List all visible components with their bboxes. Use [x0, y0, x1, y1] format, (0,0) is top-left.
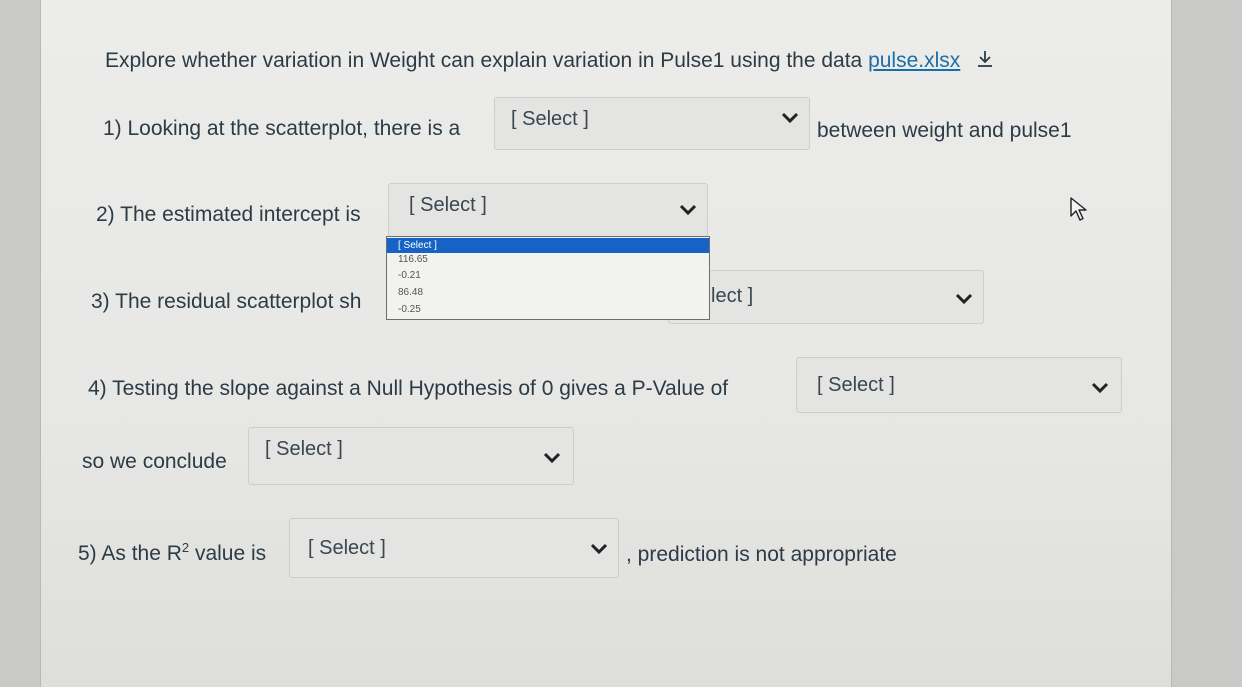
q4-select-value: [ Select ] — [817, 374, 895, 396]
q2-prompt: 2) The estimated intercept is — [96, 203, 361, 226]
chevron-down-icon — [955, 293, 973, 305]
q4-prompt: 4) Testing the slope against a Null Hypo… — [88, 377, 729, 400]
q1-suffix: between weight and pulse1 — [817, 119, 1072, 142]
chevron-down-icon — [679, 204, 697, 216]
q2-select-value: [ Select ] — [409, 194, 487, 216]
q5-prompt-end: value is — [189, 542, 267, 565]
mouse-pointer-icon — [1070, 197, 1087, 221]
q1-prompt: 1) Looking at the scatterplot, there is … — [103, 117, 461, 140]
pulse-file-link[interactable]: pulse.xlsx — [868, 49, 960, 72]
q5-prompt: 5) As the R2 value is — [78, 540, 266, 566]
intro-text: Explore whether variation in Weight can … — [105, 48, 996, 73]
q2-select[interactable]: [ Select ] — [388, 183, 708, 237]
dropdown-option[interactable]: 86.48 — [387, 285, 709, 300]
q4-conclude-select-value: [ Select ] — [265, 438, 343, 460]
q3-prompt: 3) The residual scatterplot sh — [91, 290, 362, 313]
q1-select-value: [ Select ] — [511, 108, 589, 130]
q4-select[interactable]: [ Select ] — [796, 357, 1122, 413]
q5-select[interactable]: [ Select ] — [289, 518, 619, 578]
q5-select-value: [ Select ] — [308, 537, 386, 559]
chevron-down-icon — [781, 112, 799, 124]
dropdown-option[interactable]: 116.65 — [387, 252, 709, 267]
q4-conclude-prompt: so we conclude — [82, 450, 227, 473]
intro-label: Explore whether variation in Weight can … — [105, 49, 863, 72]
q4-conclude-select[interactable]: [ Select ] — [248, 427, 574, 485]
q2-dropdown-list: [ Select ] 116.65 -0.21 86.48 -0.25 — [386, 236, 710, 320]
dropdown-option[interactable]: [ Select ] — [387, 238, 709, 253]
q3-select[interactable]: lect ] — [668, 270, 984, 324]
q3-select-value: lect ] — [711, 285, 754, 307]
chevron-down-icon — [590, 543, 608, 555]
chevron-down-icon — [1091, 382, 1109, 394]
dropdown-option[interactable]: -0.21 — [387, 268, 709, 283]
download-icon[interactable] — [974, 48, 996, 70]
q5-suffix: , prediction is not appropriate — [626, 543, 897, 566]
chevron-down-icon — [543, 452, 561, 464]
q1-select[interactable]: [ Select ] — [494, 97, 810, 150]
dropdown-option[interactable]: -0.25 — [387, 302, 709, 317]
q5-prompt-start: 5) As the R — [78, 542, 182, 565]
